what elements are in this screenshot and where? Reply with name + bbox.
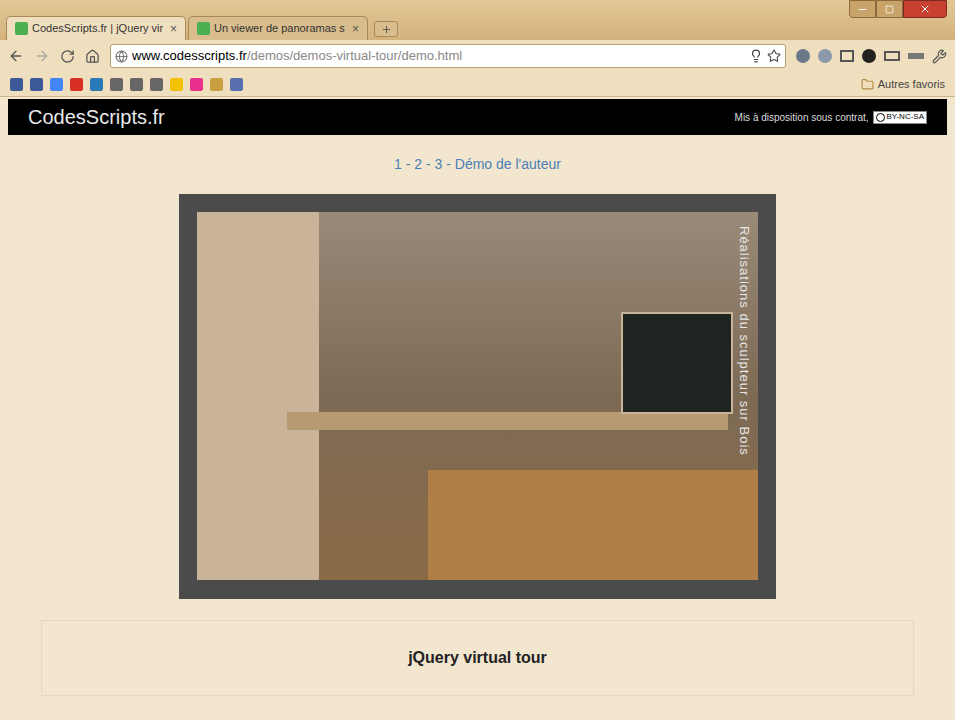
demo-link[interactable]: 1 <box>394 156 402 172</box>
bookmark-icon[interactable] <box>70 78 83 91</box>
page: CodesScripts.fr Mis à disposition sous co… <box>0 97 955 720</box>
bookmarks-bar: Autres favoris <box>0 72 955 97</box>
wrench-icon[interactable] <box>932 49 947 64</box>
license: Mis à disposition sous contrat,BY-NC-SA <box>735 110 927 125</box>
window-controls <box>849 0 947 18</box>
favicon-icon <box>197 22 210 35</box>
close-button[interactable] <box>903 0 947 18</box>
viewer-caption: Réalisations du sculpteur sur Bois <box>735 226 755 456</box>
page-icon <box>115 50 128 63</box>
bookmark-icon[interactable] <box>50 78 63 91</box>
extension-icon[interactable] <box>884 51 900 61</box>
address-bar[interactable]: www.codesscripts.fr/demos/demos-virtual-… <box>110 44 786 68</box>
extension-icons <box>796 49 947 64</box>
extension-icon[interactable] <box>840 50 854 62</box>
back-icon[interactable] <box>8 48 24 64</box>
maximize-icon <box>885 5 894 14</box>
tab-close[interactable]: × <box>352 23 359 35</box>
reload-icon[interactable] <box>60 49 75 64</box>
bookmark-icon[interactable] <box>210 78 223 91</box>
demo-link[interactable]: 3 <box>435 156 443 172</box>
bookmark-icon[interactable] <box>230 78 243 91</box>
bookmark-icon[interactable] <box>190 78 203 91</box>
cc-icon <box>876 113 885 122</box>
bookmark-icon[interactable] <box>110 78 123 91</box>
title-box: jQuery virtual tour <box>41 620 914 696</box>
extension-icon[interactable] <box>908 53 924 59</box>
browser-tab[interactable]: CodesScripts.fr | jQuery vir × <box>6 16 186 40</box>
tab-strip: CodesScripts.fr | jQuery vir×Un viewer d… <box>0 0 955 40</box>
other-bookmarks[interactable]: Autres favoris <box>861 76 945 93</box>
forward-icon[interactable] <box>34 48 50 64</box>
page-title: jQuery virtual tour <box>408 646 547 670</box>
site-title[interactable]: CodesScripts.fr <box>28 102 165 132</box>
bookmark-icon[interactable] <box>130 78 143 91</box>
minimize-button[interactable] <box>849 0 876 18</box>
browser-window: CodesScripts.fr | jQuery vir×Un viewer d… <box>0 0 955 720</box>
favicon-icon <box>15 22 28 35</box>
demo-nav: 1 - 2 - 3 - Démo de l'auteur <box>8 154 947 175</box>
license-badge[interactable]: BY-NC-SA <box>873 111 928 124</box>
bookmark-icon[interactable] <box>170 78 183 91</box>
panorama-photo[interactable]: Réalisations du sculpteur sur Bois <box>197 212 758 580</box>
browser-tab[interactable]: Un viewer de panoramas s × <box>188 16 368 40</box>
site-header: CodesScripts.fr Mis à disposition sous co… <box>8 99 947 135</box>
extension-icon[interactable] <box>818 49 832 63</box>
bookmark-icon[interactable] <box>90 78 103 91</box>
tab-label: Un viewer de panoramas s <box>214 20 348 37</box>
maximize-button[interactable] <box>876 0 903 18</box>
plus-icon <box>381 24 392 35</box>
close-icon <box>919 3 931 15</box>
folder-icon <box>861 78 874 91</box>
tab-close[interactable]: × <box>170 23 177 35</box>
tab-label: CodesScripts.fr | jQuery vir <box>32 20 166 37</box>
extension-icon[interactable] <box>796 49 810 63</box>
home-icon[interactable] <box>85 49 100 64</box>
demo-link[interactable]: Démo de l'auteur <box>455 156 561 172</box>
new-tab-button[interactable] <box>374 21 398 37</box>
bookmark-star-icon[interactable] <box>767 49 781 63</box>
address-text: www.codesscripts.fr/demos/demos-virtual-… <box>132 46 745 66</box>
extension-icon[interactable] <box>862 49 876 63</box>
viewer-frame: Réalisations du sculpteur sur Bois <box>179 194 776 599</box>
minimize-icon <box>857 4 868 15</box>
bookmark-icon[interactable] <box>10 78 23 91</box>
bookmark-icon[interactable] <box>30 78 43 91</box>
bookmark-icon[interactable] <box>150 78 163 91</box>
toolbar: www.codesscripts.fr/demos/demos-virtual-… <box>0 40 955 72</box>
demo-link[interactable]: 2 <box>414 156 422 172</box>
lightbulb-icon[interactable] <box>749 49 763 63</box>
